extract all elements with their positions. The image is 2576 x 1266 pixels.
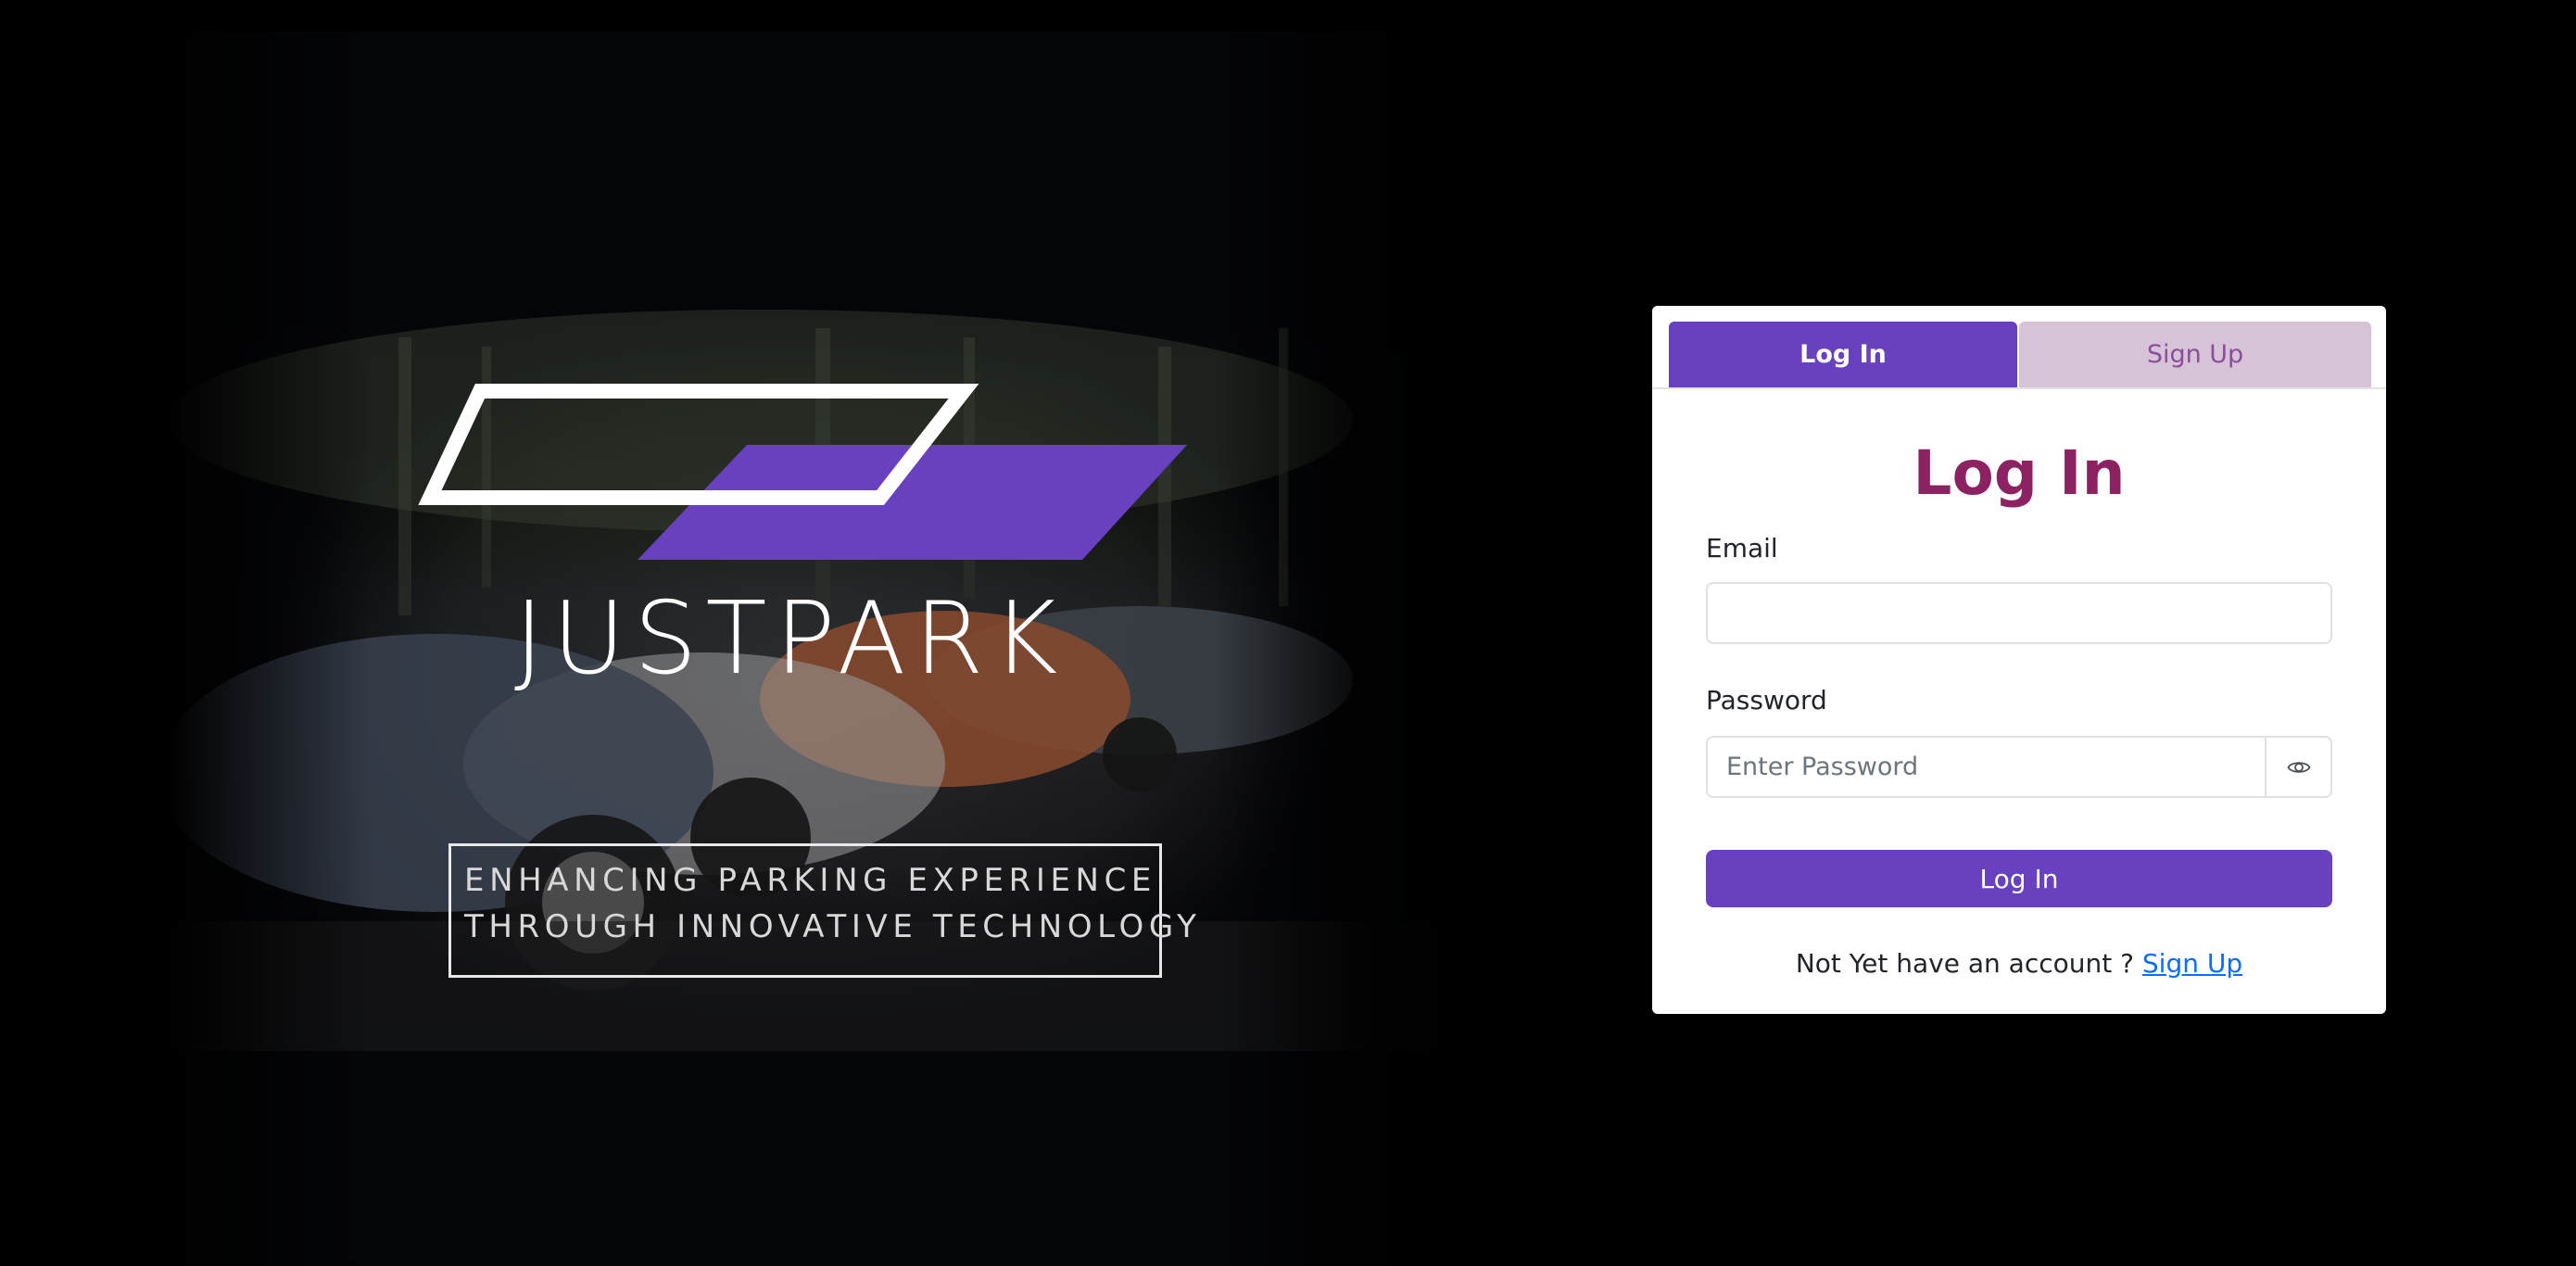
sign-up-link[interactable]: Sign Up bbox=[2142, 948, 2242, 979]
tagline-box: ENHANCING PARKING EXPERIENCE THROUGH INN… bbox=[448, 843, 1202, 978]
auth-tab-bar: Log In Sign Up bbox=[1652, 306, 2386, 389]
tagline-line-2: THROUGH INNOVATIVE TECHNOLOGY bbox=[464, 908, 1202, 945]
eye-icon bbox=[2286, 761, 2311, 773]
tab-sign-up[interactable]: Sign Up bbox=[2019, 322, 2371, 387]
form-title: Log In bbox=[1913, 437, 2126, 509]
auth-card: Log In Sign Up Log In Email Password Log… bbox=[1652, 306, 2386, 1014]
password-field[interactable] bbox=[1706, 736, 2267, 798]
password-input-group bbox=[1706, 736, 2332, 798]
log-in-button[interactable]: Log In bbox=[1706, 850, 2332, 907]
hero-banner: JUSTPARK ENHANCING PARKING EXPERIENCE TH… bbox=[0, 32, 1455, 1266]
parking-parallelogram-logo bbox=[418, 384, 1187, 560]
logo-outline-parallelogram bbox=[418, 384, 979, 505]
page: JUSTPARK ENHANCING PARKING EXPERIENCE TH… bbox=[0, 0, 2576, 1266]
signup-prompt-text: Not Yet have an account ? bbox=[1795, 948, 2134, 979]
tagline-line-1: ENHANCING PARKING EXPERIENCE bbox=[464, 862, 1157, 899]
brand-name: JUSTPARK bbox=[514, 581, 1067, 697]
show-password-button[interactable] bbox=[2265, 736, 2332, 798]
tab-log-in[interactable]: Log In bbox=[1669, 322, 2017, 387]
password-label: Password bbox=[1706, 685, 1827, 715]
signup-prompt: Not Yet have an account ? Sign Up bbox=[1652, 947, 2386, 981]
email-label: Email bbox=[1706, 533, 1778, 563]
email-field[interactable] bbox=[1706, 582, 2332, 644]
